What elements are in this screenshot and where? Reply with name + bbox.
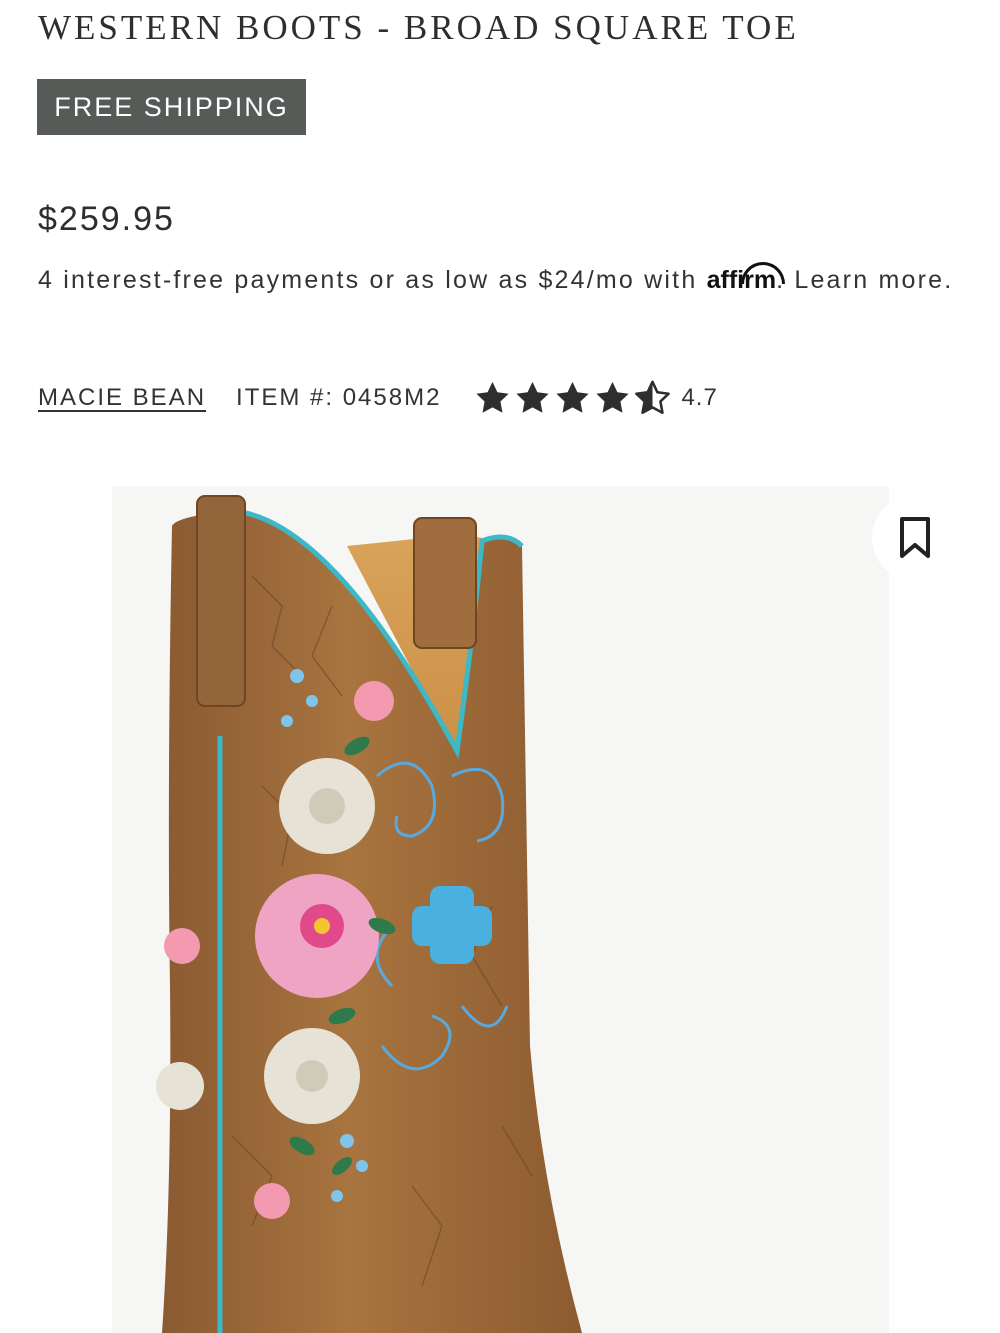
product-price: $259.95 (38, 200, 175, 238)
affirm-logo: affirm (707, 262, 785, 294)
product-meta-row: MACIE BEAN ITEM #: 0458M2 4.7 (38, 376, 718, 420)
brand-link[interactable]: MACIE BEAN (38, 384, 206, 412)
item-number: ITEM #: 0458M2 (236, 384, 442, 411)
half-star-icon (635, 380, 671, 414)
product-title: WESTERN BOOTS - BROAD SQUARE TOE (38, 8, 799, 47)
bookmark-icon (900, 517, 930, 558)
payments-text: 4 interest-free payments or as low as $2… (38, 266, 698, 294)
star-icon (556, 381, 590, 413)
star-rating[interactable] (473, 379, 673, 417)
free-shipping-badge: FREE SHIPPING (37, 79, 306, 135)
star-icon (476, 381, 510, 413)
star-icon (516, 381, 550, 413)
star-icon (596, 381, 630, 413)
rating-value: 4.7 (681, 384, 718, 411)
affirm-payments-info: 4 interest-free payments or as low as $2… (38, 261, 968, 299)
western-boot-image (156, 495, 582, 1333)
product-image[interactable] (112, 486, 889, 1333)
save-bookmark-button[interactable] (872, 495, 958, 581)
learn-more-link[interactable]: . Learn more. (776, 266, 953, 294)
